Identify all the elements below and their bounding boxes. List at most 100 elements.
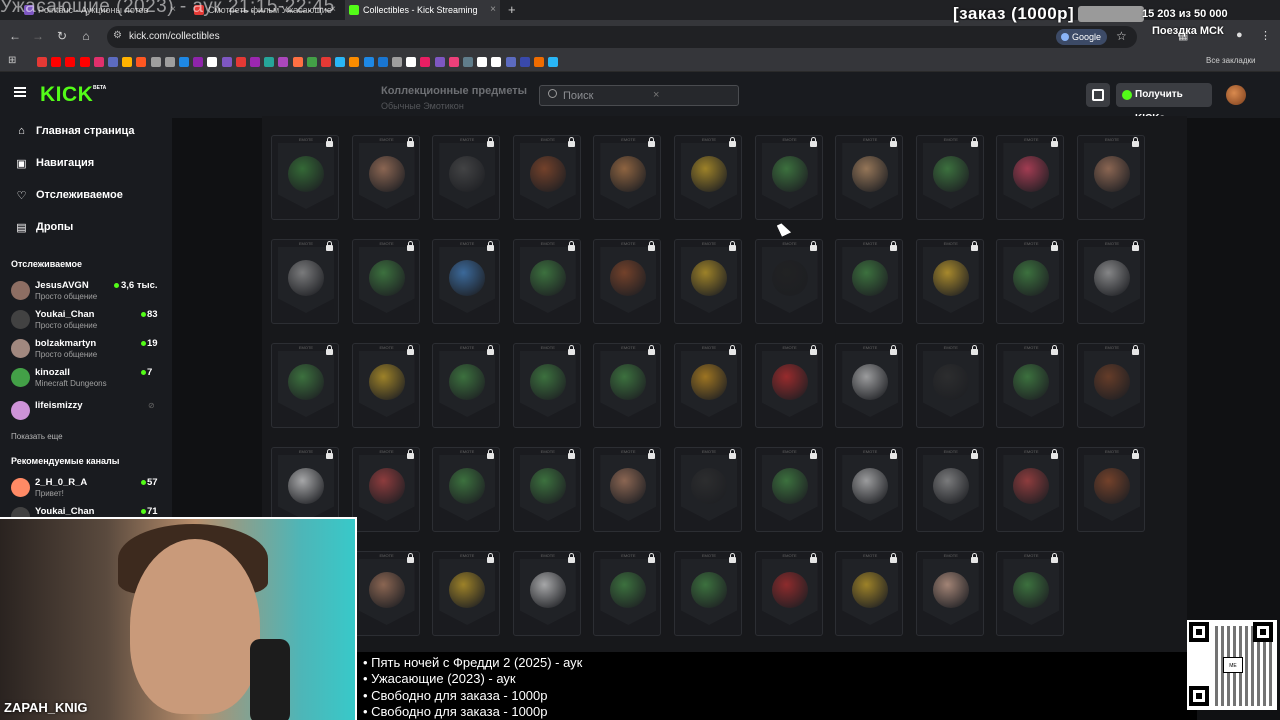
bookmark-icon[interactable] [505,57,516,67]
emote-card[interactable]: EMOTE [432,239,501,324]
channel-name[interactable]: Youkai_Chan [35,506,94,517]
bookmark-star-icon[interactable]: ☆ [1116,29,1127,43]
url-field[interactable] [107,26,1137,48]
emote-card[interactable]: EMOTE [835,551,904,636]
emote-card[interactable]: EMOTE [351,343,420,428]
bookmark-icon[interactable] [434,57,445,67]
emote-card[interactable]: EMOTE [1077,135,1145,220]
home-icon[interactable]: ⌂ [78,29,94,43]
emote-card[interactable]: EMOTE [512,135,581,220]
search-input[interactable] [563,87,713,104]
emote-card[interactable]: EMOTE [351,239,420,324]
bookmark-icon[interactable] [221,57,232,67]
reload-icon[interactable]: ↻ [54,29,70,43]
emote-card[interactable]: EMOTE [915,135,984,220]
emote-card[interactable]: EMOTE [674,135,742,220]
emote-card[interactable]: EMOTE [754,343,823,428]
emote-card[interactable]: EMOTE [996,343,1065,428]
tab-close-icon[interactable]: × [490,0,496,20]
emote-card[interactable]: EMOTE [271,239,339,324]
channel-avatar[interactable] [11,478,30,497]
emote-card[interactable]: EMOTE [432,447,501,532]
emote-card[interactable]: EMOTE [432,135,501,220]
url-text[interactable]: kick.com/collectibles [129,31,220,42]
bookmark-icon[interactable] [150,57,161,67]
bookmark-icon[interactable] [235,57,246,67]
bookmark-icon[interactable] [321,57,331,67]
emote-card[interactable]: EMOTE [351,447,420,532]
emote-card[interactable]: EMOTE [674,239,742,324]
bookmark-icon[interactable] [250,57,260,67]
sidebar-item-following[interactable]: Отслеживаемое [36,189,123,201]
profile-icon[interactable]: ● [1236,29,1243,41]
sidebar-item-browse[interactable]: Навигация [36,157,94,169]
emote-card[interactable]: EMOTE [1077,447,1145,532]
site-info-icon[interactable]: ⚙ [113,30,122,41]
bookmark-icon[interactable] [278,57,289,67]
channel-name[interactable]: 2_H_0_R_A [35,477,87,488]
bookmark-icon[interactable] [37,57,47,67]
emote-card[interactable]: EMOTE [754,239,823,324]
bookmark-icon[interactable] [79,57,90,67]
emote-card[interactable]: EMOTE [512,551,581,636]
user-avatar[interactable] [1226,85,1246,105]
channel-name[interactable]: kinozall [35,367,70,378]
emote-card[interactable]: EMOTE [674,551,742,636]
bookmark-icon[interactable] [534,57,544,67]
bookmark-icon[interactable] [108,57,118,67]
channel-name[interactable]: JesusAVGN [35,280,89,291]
sidebar-item-home[interactable]: Главная страница [36,125,135,137]
bookmark-icon[interactable] [164,57,175,67]
bookmark-icon[interactable] [292,57,303,67]
emote-card[interactable]: EMOTE [915,239,984,324]
bookmark-icon[interactable] [93,57,104,67]
bookmark-icon[interactable] [377,57,388,67]
channel-name[interactable]: bolzakmartyn [35,338,96,349]
emote-card[interactable]: EMOTE [915,551,984,636]
bookmark-icon[interactable] [477,57,488,67]
emote-card[interactable]: EMOTE [754,135,823,220]
emote-card[interactable]: EMOTE [593,135,662,220]
emote-card[interactable]: EMOTE [915,343,984,428]
bookmark-icon[interactable] [193,57,204,67]
bookmark-icon[interactable] [448,57,459,67]
emote-card[interactable]: EMOTE [351,135,420,220]
emote-card[interactable]: EMOTE [593,551,662,636]
apps-grid-icon[interactable]: ⊞ [8,55,16,66]
new-tab-button[interactable]: + [508,2,516,17]
emote-card[interactable]: EMOTE [593,447,662,532]
emote-card[interactable]: EMOTE [512,447,581,532]
browser-tab[interactable]: Collectibles - Kick Streaming × [345,0,500,20]
menu-dots-icon[interactable]: ⋮ [1260,29,1271,42]
bookmark-icon[interactable] [491,57,502,67]
bookmark-icon[interactable] [463,57,473,67]
emote-card[interactable]: EMOTE [1077,343,1145,428]
bookmark-icon[interactable] [548,57,559,67]
emote-card[interactable]: EMOTE [512,343,581,428]
google-lens-chip[interactable]: Google [1056,29,1108,45]
bookmark-icon[interactable] [392,57,402,67]
emote-card[interactable]: EMOTE [432,551,501,636]
emote-card[interactable]: EMOTE [754,447,823,532]
emote-card[interactable]: EMOTE [835,135,904,220]
emote-card[interactable]: EMOTE [432,343,501,428]
all-bookmarks-button[interactable]: Все закладки [1206,56,1255,65]
emote-card[interactable]: EMOTE [674,447,742,532]
kick-logo[interactable]: KICK [40,83,93,107]
emote-card[interactable]: EMOTE [351,551,420,636]
bookmark-icon[interactable] [519,57,530,67]
emote-card[interactable]: EMOTE [996,447,1065,532]
channel-avatar[interactable] [11,368,30,387]
emote-card[interactable]: EMOTE [996,135,1065,220]
back-icon[interactable]: ← [7,29,23,43]
emote-card[interactable]: EMOTE [593,239,662,324]
emote-card[interactable]: EMOTE [835,447,904,532]
bookmark-icon[interactable] [349,57,360,67]
emote-card[interactable]: EMOTE [996,551,1065,636]
emote-card[interactable]: EMOTE [271,343,339,428]
channel-name[interactable]: Youkai_Chan [35,309,94,320]
emote-card[interactable]: EMOTE [915,447,984,532]
channel-avatar[interactable] [11,310,30,329]
emote-card[interactable]: EMOTE [835,239,904,324]
hamburger-menu-icon[interactable] [14,87,26,97]
